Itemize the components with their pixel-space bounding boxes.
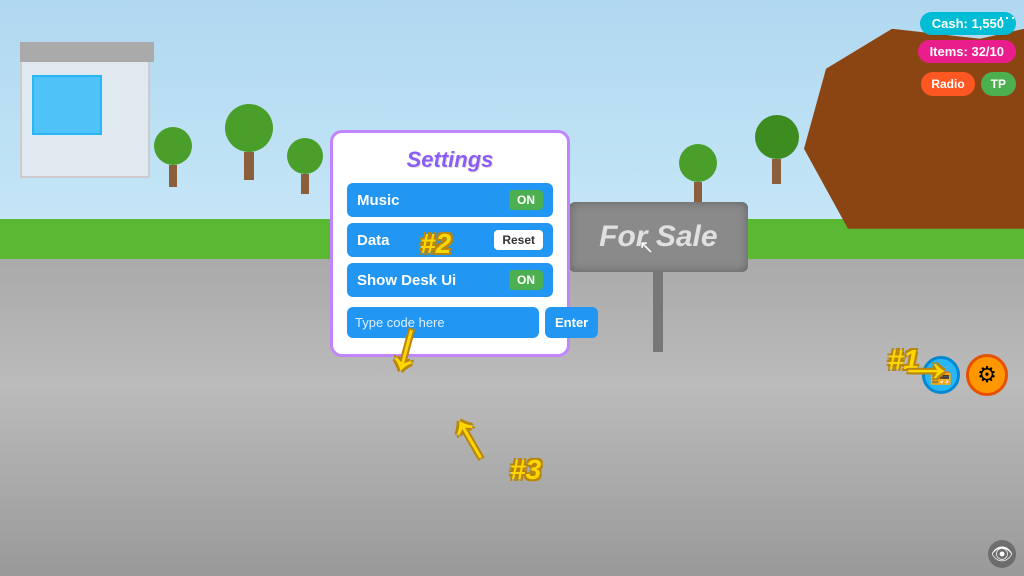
radio-icon[interactable]: 📻 <box>922 356 960 394</box>
data-label: Data <box>357 232 390 249</box>
hud-buttons: Radio TP <box>921 72 1016 96</box>
show-desk-ui-toggle[interactable]: ON <box>509 270 543 290</box>
music-label: Music <box>357 192 400 209</box>
tree-4 <box>755 115 799 184</box>
settings-panel: Settings Music ON Data Reset Show Desk U… <box>330 130 570 357</box>
show-desk-ui-label: Show Desk Ui <box>357 272 456 289</box>
music-toggle[interactable]: ON <box>509 190 543 210</box>
code-row: Enter <box>347 307 553 338</box>
more-options-button[interactable]: ⋯ <box>998 8 1016 29</box>
settings-title: Settings <box>347 147 553 173</box>
eye-icon: 👁 <box>988 540 1016 568</box>
music-row: Music ON <box>347 183 553 217</box>
for-sale-text: For Sale <box>599 220 717 253</box>
building-roof <box>20 42 154 62</box>
gear-area: 📻 ⚙ <box>922 354 1008 396</box>
items-badge: Items: 32/10 <box>918 40 1016 63</box>
for-sale-pole <box>653 272 663 352</box>
tree-5 <box>679 144 717 202</box>
data-row: Data Reset <box>347 223 553 257</box>
code-input[interactable] <box>347 307 539 338</box>
enter-button[interactable]: Enter <box>545 307 598 338</box>
gear-icon[interactable]: ⚙ <box>966 354 1008 396</box>
for-sale-board: For Sale <box>569 202 747 272</box>
tp-button[interactable]: TP <box>981 72 1016 96</box>
show-desk-ui-row: Show Desk Ui ON <box>347 263 553 297</box>
radio-button[interactable]: Radio <box>921 72 974 96</box>
tree-1 <box>154 127 192 187</box>
building <box>20 58 150 178</box>
building-window <box>32 75 102 135</box>
data-reset-button[interactable]: Reset <box>494 230 543 250</box>
tree-2 <box>225 104 273 180</box>
tree-3 <box>287 138 323 194</box>
